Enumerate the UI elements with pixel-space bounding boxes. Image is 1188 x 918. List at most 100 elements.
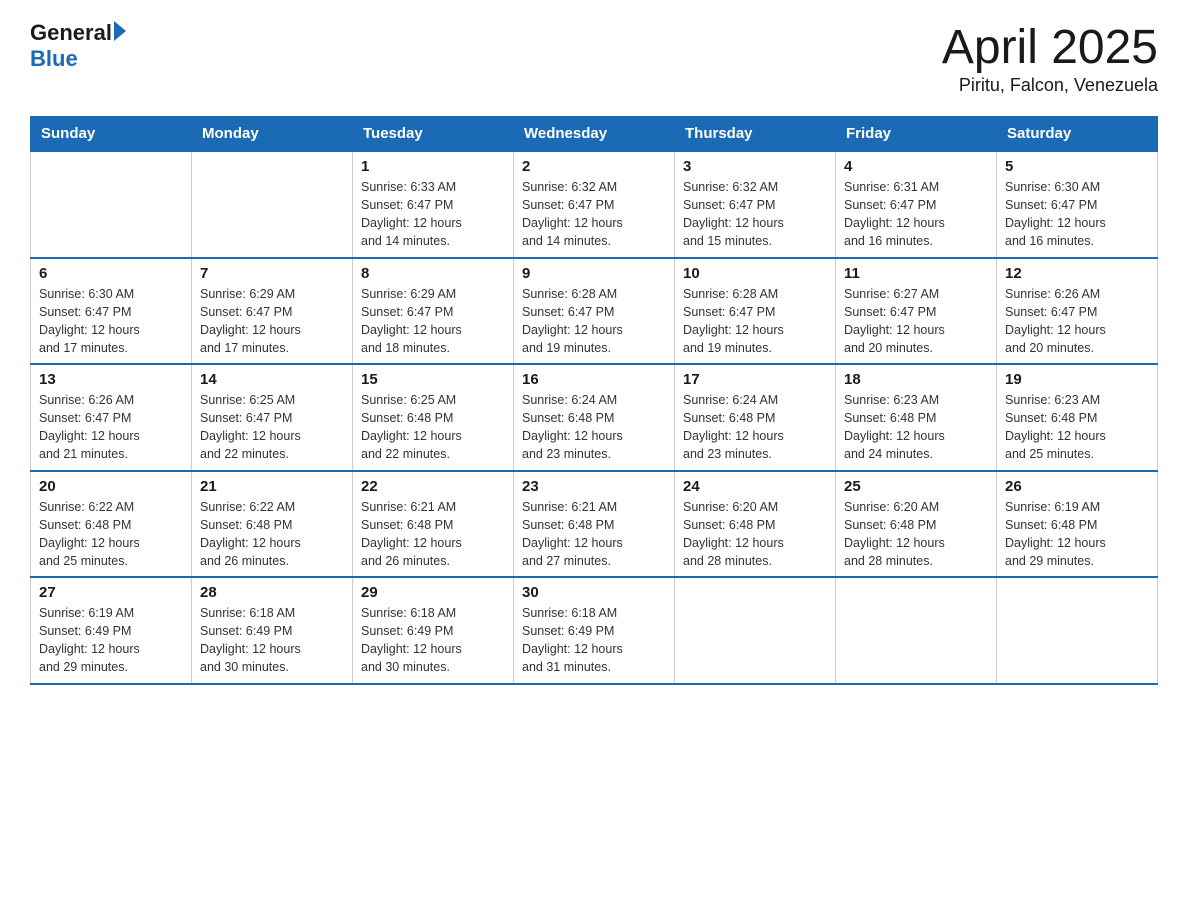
day-number: 13 [39, 371, 183, 388]
calendar-week-row: 6 Sunrise: 6:30 AM Sunset: 6:47 PM Daylig… [31, 258, 1158, 365]
calendar-cell [836, 577, 997, 684]
calendar-header-row: SundayMondayTuesdayWednesdayThursdayFrid… [31, 117, 1158, 152]
calendar-cell: 17 Sunrise: 6:24 AM Sunset: 6:48 PM Dayli… [675, 364, 836, 471]
day-number: 6 [39, 265, 183, 282]
day-info: Sunrise: 6:24 AM Sunset: 6:48 PM Dayligh… [683, 391, 827, 464]
day-number: 28 [200, 584, 344, 601]
day-number: 27 [39, 584, 183, 601]
calendar-week-row: 1 Sunrise: 6:33 AM Sunset: 6:47 PM Daylig… [31, 151, 1158, 258]
day-number: 1 [361, 158, 505, 175]
day-number: 20 [39, 478, 183, 495]
day-number: 12 [1005, 265, 1149, 282]
column-header-friday: Friday [836, 117, 997, 152]
day-info: Sunrise: 6:28 AM Sunset: 6:47 PM Dayligh… [683, 285, 827, 358]
calendar-cell: 15 Sunrise: 6:25 AM Sunset: 6:48 PM Dayli… [353, 364, 514, 471]
day-number: 18 [844, 371, 988, 388]
day-info: Sunrise: 6:29 AM Sunset: 6:47 PM Dayligh… [200, 285, 344, 358]
page-header: General Blue April 2025 Piritu, Falcon, … [30, 20, 1158, 96]
day-number: 26 [1005, 478, 1149, 495]
day-number: 3 [683, 158, 827, 175]
day-number: 11 [844, 265, 988, 282]
calendar-table: SundayMondayTuesdayWednesdayThursdayFrid… [30, 116, 1158, 685]
logo: General Blue [30, 20, 126, 72]
day-number: 10 [683, 265, 827, 282]
day-number: 17 [683, 371, 827, 388]
day-number: 9 [522, 265, 666, 282]
calendar-cell: 1 Sunrise: 6:33 AM Sunset: 6:47 PM Daylig… [353, 151, 514, 258]
day-info: Sunrise: 6:25 AM Sunset: 6:48 PM Dayligh… [361, 391, 505, 464]
day-info: Sunrise: 6:26 AM Sunset: 6:47 PM Dayligh… [1005, 285, 1149, 358]
day-number: 30 [522, 584, 666, 601]
day-number: 14 [200, 371, 344, 388]
column-header-monday: Monday [192, 117, 353, 152]
day-number: 2 [522, 158, 666, 175]
calendar-cell: 25 Sunrise: 6:20 AM Sunset: 6:48 PM Dayli… [836, 471, 997, 578]
day-info: Sunrise: 6:19 AM Sunset: 6:48 PM Dayligh… [1005, 498, 1149, 571]
calendar-cell: 10 Sunrise: 6:28 AM Sunset: 6:47 PM Dayli… [675, 258, 836, 365]
day-info: Sunrise: 6:25 AM Sunset: 6:47 PM Dayligh… [200, 391, 344, 464]
calendar-cell: 9Sunrise: 6:28 AM Sunset: 6:47 PM Daylig… [514, 258, 675, 365]
calendar-cell: 27Sunrise: 6:19 AM Sunset: 6:49 PM Dayli… [31, 577, 192, 684]
day-info: Sunrise: 6:27 AM Sunset: 6:47 PM Dayligh… [844, 285, 988, 358]
calendar-cell [675, 577, 836, 684]
day-info: Sunrise: 6:22 AM Sunset: 6:48 PM Dayligh… [39, 498, 183, 571]
day-number: 21 [200, 478, 344, 495]
calendar-cell: 14 Sunrise: 6:25 AM Sunset: 6:47 PM Dayli… [192, 364, 353, 471]
column-header-sunday: Sunday [31, 117, 192, 152]
day-number: 4 [844, 158, 988, 175]
calendar-cell: 7 Sunrise: 6:29 AM Sunset: 6:47 PM Daylig… [192, 258, 353, 365]
calendar-cell: 3 Sunrise: 6:32 AM Sunset: 6:47 PM Daylig… [675, 151, 836, 258]
calendar-cell: 12 Sunrise: 6:26 AM Sunset: 6:47 PM Dayli… [997, 258, 1158, 365]
logo-arrow-icon [114, 21, 126, 41]
day-info: Sunrise: 6:18 AM Sunset: 6:49 PM Dayligh… [361, 604, 505, 677]
column-header-saturday: Saturday [997, 117, 1158, 152]
calendar-cell [997, 577, 1158, 684]
calendar-subtitle: Piritu, Falcon, Venezuela [942, 75, 1158, 96]
calendar-cell: 20 Sunrise: 6:22 AM Sunset: 6:48 PM Dayli… [31, 471, 192, 578]
calendar-cell: 5 Sunrise: 6:30 AM Sunset: 6:47 PM Daylig… [997, 151, 1158, 258]
day-info: Sunrise: 6:21 AM Sunset: 6:48 PM Dayligh… [522, 498, 666, 571]
calendar-cell: 11 Sunrise: 6:27 AM Sunset: 6:47 PM Dayli… [836, 258, 997, 365]
day-info: Sunrise: 6:20 AM Sunset: 6:48 PM Dayligh… [683, 498, 827, 571]
calendar-cell: 2 Sunrise: 6:32 AM Sunset: 6:47 PM Daylig… [514, 151, 675, 258]
column-header-thursday: Thursday [675, 117, 836, 152]
day-info: Sunrise: 6:30 AM Sunset: 6:47 PM Dayligh… [1005, 178, 1149, 251]
day-number: 16 [522, 371, 666, 388]
calendar-cell: 21Sunrise: 6:22 AM Sunset: 6:48 PM Dayli… [192, 471, 353, 578]
day-info: Sunrise: 6:23 AM Sunset: 6:48 PM Dayligh… [1005, 391, 1149, 464]
day-info: Sunrise: 6:20 AM Sunset: 6:48 PM Dayligh… [844, 498, 988, 571]
column-header-tuesday: Tuesday [353, 117, 514, 152]
day-info: Sunrise: 6:32 AM Sunset: 6:47 PM Dayligh… [683, 178, 827, 251]
day-info: Sunrise: 6:32 AM Sunset: 6:47 PM Dayligh… [522, 178, 666, 251]
day-info: Sunrise: 6:31 AM Sunset: 6:47 PM Dayligh… [844, 178, 988, 251]
day-number: 22 [361, 478, 505, 495]
calendar-cell: 4 Sunrise: 6:31 AM Sunset: 6:47 PM Daylig… [836, 151, 997, 258]
calendar-cell: 26 Sunrise: 6:19 AM Sunset: 6:48 PM Dayli… [997, 471, 1158, 578]
calendar-cell: 13Sunrise: 6:26 AM Sunset: 6:47 PM Dayli… [31, 364, 192, 471]
day-number: 7 [200, 265, 344, 282]
logo-text-blue: Blue [30, 46, 78, 71]
day-number: 5 [1005, 158, 1149, 175]
calendar-week-row: 20 Sunrise: 6:22 AM Sunset: 6:48 PM Dayli… [31, 471, 1158, 578]
calendar-cell: 23 Sunrise: 6:21 AM Sunset: 6:48 PM Dayli… [514, 471, 675, 578]
day-info: Sunrise: 6:21 AM Sunset: 6:48 PM Dayligh… [361, 498, 505, 571]
calendar-cell [192, 151, 353, 258]
day-info: Sunrise: 6:18 AM Sunset: 6:49 PM Dayligh… [200, 604, 344, 677]
calendar-cell: 30 Sunrise: 6:18 AM Sunset: 6:49 PM Dayli… [514, 577, 675, 684]
day-info: Sunrise: 6:33 AM Sunset: 6:47 PM Dayligh… [361, 178, 505, 251]
calendar-cell: 29 Sunrise: 6:18 AM Sunset: 6:49 PM Dayli… [353, 577, 514, 684]
logo-wordmark: General Blue [30, 20, 126, 72]
day-number: 15 [361, 371, 505, 388]
day-number: 23 [522, 478, 666, 495]
calendar-cell: 16Sunrise: 6:24 AM Sunset: 6:48 PM Dayli… [514, 364, 675, 471]
day-number: 8 [361, 265, 505, 282]
calendar-title: April 2025 [942, 20, 1158, 75]
calendar-cell: 18Sunrise: 6:23 AM Sunset: 6:48 PM Dayli… [836, 364, 997, 471]
day-number: 29 [361, 584, 505, 601]
day-number: 25 [844, 478, 988, 495]
calendar-cell: 6 Sunrise: 6:30 AM Sunset: 6:47 PM Daylig… [31, 258, 192, 365]
title-section: April 2025 Piritu, Falcon, Venezuela [942, 20, 1158, 96]
day-info: Sunrise: 6:18 AM Sunset: 6:49 PM Dayligh… [522, 604, 666, 677]
calendar-cell: 22 Sunrise: 6:21 AM Sunset: 6:48 PM Dayli… [353, 471, 514, 578]
day-info: Sunrise: 6:30 AM Sunset: 6:47 PM Dayligh… [39, 285, 183, 358]
